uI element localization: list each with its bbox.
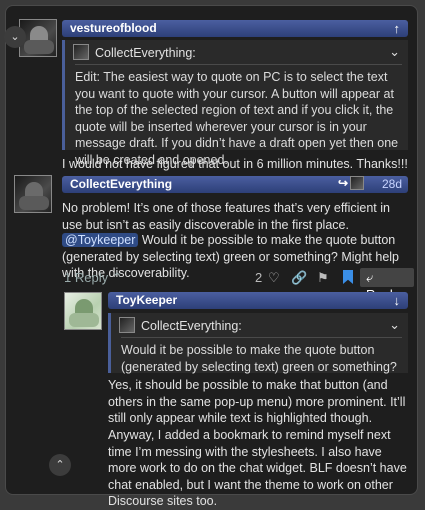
chevron-down-icon[interactable]: ⌄: [389, 43, 400, 60]
bookmark-icon[interactable]: [343, 270, 353, 284]
post3-quote: CollectEverything: ⌄ Would it be possibl…: [108, 313, 408, 374]
quote-author[interactable]: CollectEverything:: [141, 318, 242, 335]
post2-username[interactable]: CollectEverything: [70, 177, 172, 191]
quote-text: Would it be possible to make the quote b…: [121, 343, 397, 374]
post3-username[interactable]: ToyKeeper: [116, 293, 177, 307]
post1-username[interactable]: vestureofblood: [70, 21, 157, 35]
topic-thread: ⌄ vestureofblood ↑ CollectEverything: ⌄ …: [4, 5, 418, 508]
quote-author[interactable]: CollectEverything:: [95, 45, 196, 62]
link-icon[interactable]: 🔗: [291, 269, 307, 286]
replies-toggle[interactable]: 1 Reply ⌃: [64, 269, 123, 286]
reply-to-avatar[interactable]: [350, 176, 364, 190]
arrow-up-icon[interactable]: ↑: [394, 20, 401, 37]
quote-header[interactable]: CollectEverything: ⌄: [65, 40, 408, 64]
reply-arrow-icon: ⤶: [366, 270, 374, 285]
quote-avatar: [119, 317, 135, 333]
post3-body-1: Yes, it should be possible to make that …: [108, 378, 406, 425]
post1-username-bar[interactable]: vestureofblood ↑: [62, 20, 408, 37]
arrow-down-icon[interactable]: ↓: [394, 292, 401, 309]
post-age[interactable]: 28d: [382, 177, 402, 193]
reply-to-icon[interactable]: ↪: [338, 176, 348, 192]
like-count[interactable]: 2: [255, 269, 262, 286]
chevron-down-icon[interactable]: ⌄: [389, 316, 400, 333]
collapse-chevron-button[interactable]: ⌄: [4, 26, 26, 48]
chevron-up-icon[interactable]: ⌃: [112, 270, 123, 285]
avatar-collecteverything[interactable]: [14, 175, 52, 213]
post2-body-1: No problem! It’s one of those features t…: [62, 201, 390, 232]
post1-quote: CollectEverything: ⌄ Edit: The easiest w…: [62, 40, 408, 167]
quote-avatar: [73, 44, 89, 60]
divider: [121, 337, 402, 338]
mention-link[interactable]: @Toykeeper: [62, 233, 139, 247]
post1-body: I would not have figured that out in 6 m…: [62, 157, 408, 171]
heart-icon[interactable]: ♡: [268, 269, 280, 286]
post2-username-bar[interactable]: CollectEverything ↪ 28d: [62, 176, 408, 193]
flag-icon[interactable]: ⚑: [317, 269, 329, 286]
reply-button[interactable]: ⤶ Reply: [360, 268, 414, 302]
scroll-up-button[interactable]: ⌃: [49, 454, 71, 476]
quote-text: Edit: The easiest way to quote on PC is …: [75, 70, 399, 167]
divider: [75, 64, 402, 65]
avatar-toykeeper[interactable]: [64, 292, 102, 330]
post3-body-2: Anyway, I added a bookmark to remind mys…: [108, 428, 407, 508]
post3-username-bar[interactable]: ToyKeeper ↓: [108, 292, 408, 309]
quote-header[interactable]: CollectEverything: ⌄: [111, 313, 408, 337]
replies-label[interactable]: 1 Reply: [64, 270, 108, 285]
